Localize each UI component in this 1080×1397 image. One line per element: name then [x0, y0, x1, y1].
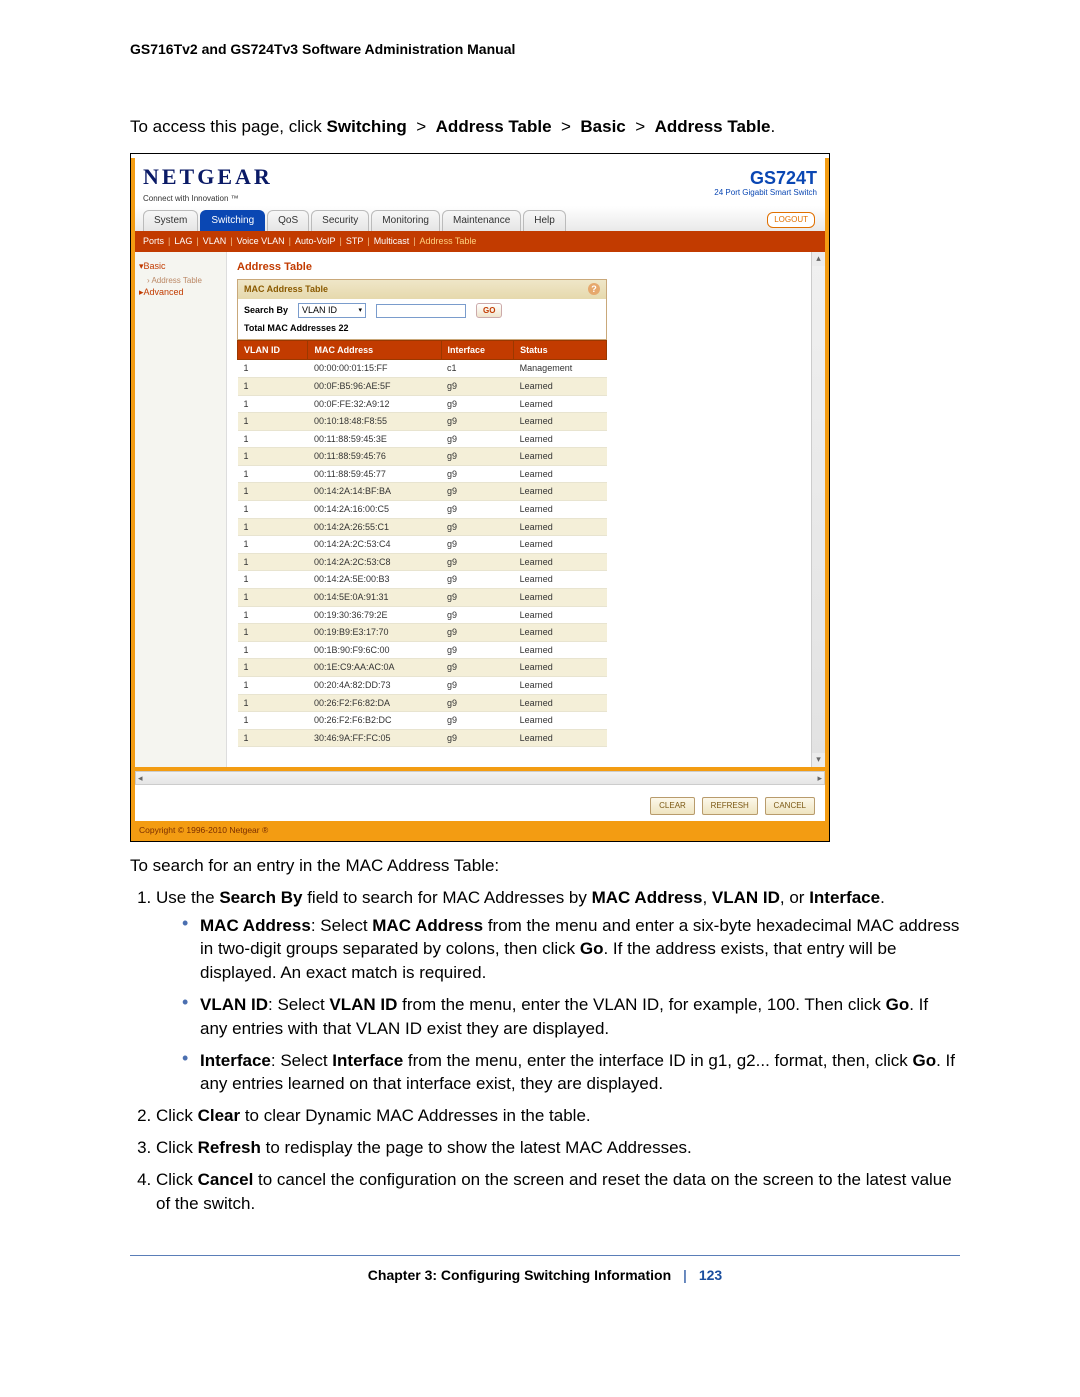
sidebar-item-basic[interactable]: ▾Basic — [139, 260, 222, 273]
sidebar-item-addresstable[interactable]: › Address Table — [147, 275, 222, 286]
page-number: 123 — [699, 1267, 722, 1283]
gt-icon: > — [556, 117, 575, 136]
subnav-stp[interactable]: STP — [346, 235, 364, 248]
footer-button-bar: CLEAR REFRESH CANCEL — [135, 785, 825, 821]
path-switching: Switching — [327, 117, 407, 136]
scroll-right-icon[interactable]: ▸ — [817, 772, 822, 785]
table-row: 100:14:2A:16:00:C5g9Learned — [238, 501, 607, 519]
table-row: 100:19:30:36:79:2Eg9Learned — [238, 606, 607, 624]
table-row: 100:14:2A:14:BF:BAg9Learned — [238, 483, 607, 501]
mac-address-table: VLAN ID MAC Address Interface Status 100… — [237, 340, 607, 748]
page-title: Address Table — [237, 260, 821, 275]
scroll-up-icon[interactable]: ▴ — [812, 252, 825, 266]
col-mac[interactable]: MAC Address — [308, 340, 441, 360]
col-interface[interactable]: Interface — [441, 340, 514, 360]
tab-help[interactable]: Help — [523, 210, 566, 231]
horizontal-scrollbar[interactable]: ◂ ▸ — [135, 771, 825, 785]
subnav-ports[interactable]: Ports — [143, 235, 164, 248]
path-addresstable2: Address Table — [655, 117, 771, 136]
table-row: 100:1E:C9:AA:AC:0Ag9Learned — [238, 659, 607, 677]
table-row: 100:14:2A:5E:00:B3g9Learned — [238, 571, 607, 589]
bullet-vlan: VLAN ID: Select VLAN ID from the menu, e… — [182, 993, 960, 1041]
table-row: 100:11:88:59:45:77g9Learned — [238, 465, 607, 483]
tab-monitoring[interactable]: Monitoring — [371, 210, 440, 231]
subnav-autovoip[interactable]: Auto-VoIP — [295, 235, 336, 248]
chevron-down-icon: ▾ — [359, 306, 363, 316]
table-row: 100:19:B9:E3:17:70g9Learned — [238, 624, 607, 642]
logout-button[interactable]: LOGOUT — [767, 212, 815, 227]
subnav-lag[interactable]: LAG — [174, 235, 192, 248]
breadcrumb-intro: To access this page, click Switching > A… — [130, 115, 960, 139]
tab-switching[interactable]: Switching — [200, 210, 265, 231]
table-row: 100:14:2A:26:55:C1g9Learned — [238, 518, 607, 536]
subnav-voicevlan[interactable]: Voice VLAN — [237, 235, 285, 248]
table-row: 100:0F:B5:96:AE:5Fg9Learned — [238, 377, 607, 395]
gt-icon: > — [631, 117, 650, 136]
tab-maintenance[interactable]: Maintenance — [442, 210, 521, 231]
brand-logo: NETGEAR — [143, 162, 273, 193]
embedded-screenshot: NETGEAR Connect with Innovation ™ GS724T… — [130, 153, 830, 842]
table-row: 100:14:2A:2C:53:C4g9Learned — [238, 536, 607, 554]
model-label: GS724T — [714, 169, 817, 189]
table-row: 100:26:F2:F6:B2:DCg9Learned — [238, 712, 607, 730]
chapter-label: Chapter 3: Configuring Switching Informa… — [368, 1267, 671, 1283]
table-row: 100:1B:90:F9:6C:00g9Learned — [238, 641, 607, 659]
search-by-select[interactable]: VLAN ID ▾ — [298, 303, 366, 318]
subnav-multicast[interactable]: Multicast — [374, 235, 410, 248]
copyright-text: Copyright © 1996-2010 Netgear ® — [131, 821, 829, 841]
box-title: MAC Address Table — [244, 283, 328, 296]
table-row: 100:10:18:48:F8:55g9Learned — [238, 413, 607, 431]
subnav-vlan[interactable]: VLAN — [203, 235, 227, 248]
clear-button[interactable]: CLEAR — [650, 797, 695, 814]
search-input[interactable] — [376, 304, 466, 318]
refresh-button[interactable]: REFRESH — [702, 797, 758, 814]
tab-system[interactable]: System — [143, 210, 198, 231]
table-row: 100:14:5E:0A:91:31g9Learned — [238, 589, 607, 607]
scroll-left-icon[interactable]: ◂ — [138, 772, 143, 785]
intro-prefix: To access this page, click — [130, 117, 327, 136]
primary-tabs: System Switching QoS Security Monitoring… — [135, 206, 825, 231]
footer-divider-bar: | — [683, 1267, 687, 1283]
step-2: Click Clear to clear Dynamic MAC Address… — [156, 1104, 960, 1128]
body-intro: To search for an entry in the MAC Addres… — [130, 854, 960, 878]
footer-divider — [130, 1255, 960, 1256]
subnav-addresstable[interactable]: Address Table — [420, 235, 477, 248]
table-row: 100:26:F2:F6:82:DAg9Learned — [238, 694, 607, 712]
page-footer: Chapter 3: Configuring Switching Informa… — [130, 1266, 960, 1286]
path-addresstable1: Address Table — [436, 117, 552, 136]
table-row: 100:11:88:59:45:3Eg9Learned — [238, 430, 607, 448]
sidebar-item-advanced[interactable]: ▸Advanced — [139, 286, 222, 299]
table-row: 100:0F:FE:32:A9:12g9Learned — [238, 395, 607, 413]
left-sidebar: ▾Basic › Address Table ▸Advanced — [135, 252, 227, 767]
bullet-interface: Interface: Select Interface from the men… — [182, 1049, 960, 1097]
step-4: Click Cancel to cancel the configuration… — [156, 1168, 960, 1216]
col-status[interactable]: Status — [514, 340, 607, 360]
secondary-nav: Ports| LAG| VLAN| Voice VLAN| Auto-VoIP|… — [135, 231, 825, 252]
step-3: Click Refresh to redisplay the page to s… — [156, 1136, 960, 1160]
tab-qos[interactable]: QoS — [267, 210, 309, 231]
table-row: 100:00:00:01:15:FFc1Management — [238, 360, 607, 378]
manual-header: GS716Tv2 and GS724Tv3 Software Administr… — [130, 40, 960, 60]
help-icon[interactable]: ? — [588, 283, 600, 295]
path-basic: Basic — [580, 117, 625, 136]
go-button[interactable]: GO — [476, 303, 502, 318]
table-row: 100:20:4A:82:DD:73g9Learned — [238, 677, 607, 695]
bullet-mac: MAC Address: Select MAC Address from the… — [182, 914, 960, 985]
model-desc: 24 Port Gigabit Smart Switch — [714, 189, 817, 198]
search-by-label: Search By — [244, 304, 288, 317]
scroll-down-icon[interactable]: ▾ — [812, 753, 825, 767]
step-1: Use the Search By field to search for MA… — [156, 886, 960, 1096]
cancel-button[interactable]: CANCEL — [765, 797, 815, 814]
col-vlanid[interactable]: VLAN ID — [238, 340, 308, 360]
total-mac-label: Total MAC Addresses 22 — [238, 322, 606, 339]
gt-icon: > — [412, 117, 431, 136]
brand-tagline: Connect with Innovation ™ — [143, 193, 273, 204]
tab-security[interactable]: Security — [311, 210, 369, 231]
table-row: 100:14:2A:2C:53:C8g9Learned — [238, 553, 607, 571]
table-row: 130:46:9A:FF:FC:05g9Learned — [238, 729, 607, 747]
vertical-scrollbar[interactable]: ▴ ▾ — [811, 252, 825, 767]
table-row: 100:11:88:59:45:76g9Learned — [238, 448, 607, 466]
